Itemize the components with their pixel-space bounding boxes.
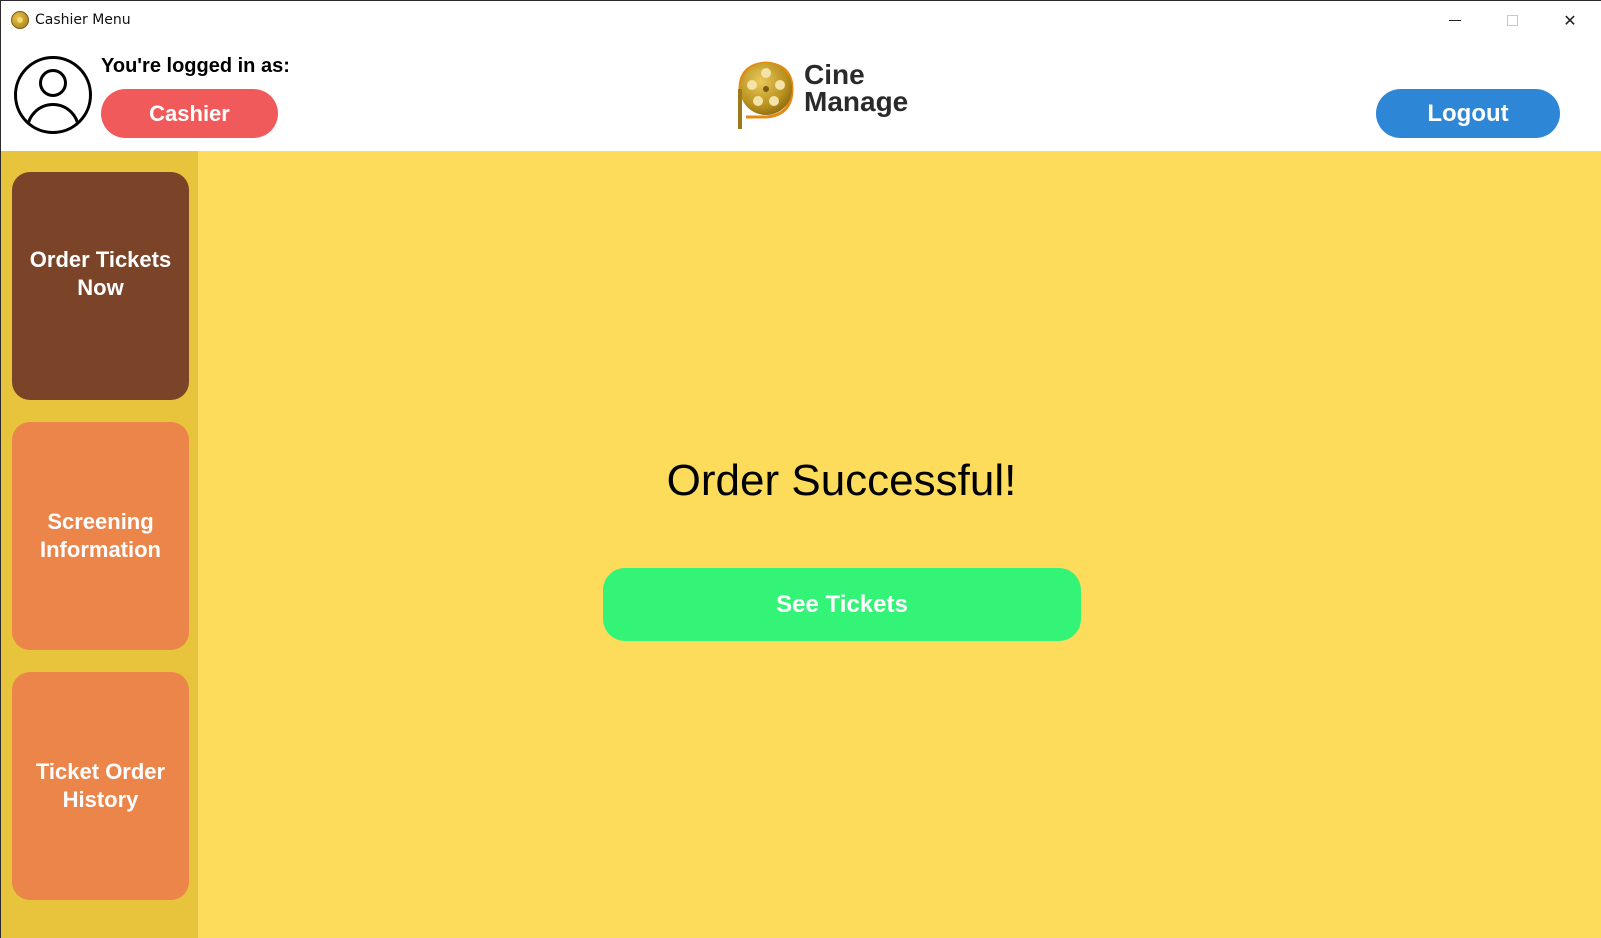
main-content: Order Successful! See Tickets: [198, 151, 1601, 938]
sidebar-item-label-line2: Information: [40, 537, 161, 562]
logout-button[interactable]: Logout: [1376, 89, 1560, 138]
brand-name: Cine Manage: [804, 59, 909, 117]
sidebar-item-ticket-order-history[interactable]: Ticket Order History: [12, 672, 189, 900]
sidebar-item-label: Ticket Order History: [36, 758, 165, 814]
sidebar-item-screening-information[interactable]: Screening Information: [12, 422, 189, 650]
sidebar: Order Tickets Now Screening Information …: [1, 151, 198, 938]
header: You're logged in as: Cashier Cine Manage…: [1, 39, 1601, 151]
sidebar-item-label-line1: Ticket Order: [35, 759, 166, 784]
see-tickets-button[interactable]: See Tickets: [603, 568, 1081, 641]
sidebar-item-label-line2: History: [62, 787, 139, 812]
avatar-head: [39, 69, 67, 97]
sidebar-item-label-line1: Screening: [47, 509, 154, 534]
logged-in-label: You're logged in as:: [101, 55, 290, 77]
brand-name-line1: Cine: [804, 59, 865, 90]
sidebar-item-order-tickets-now[interactable]: Order Tickets Now: [12, 172, 189, 400]
maximize-button[interactable]: [1483, 1, 1541, 39]
minimize-icon: [1449, 19, 1461, 21]
app-film-reel-icon: [11, 11, 29, 29]
close-button[interactable]: ✕: [1541, 1, 1599, 39]
avatar-body: [26, 103, 80, 131]
sidebar-item-label-line2: Now: [77, 274, 124, 300]
sidebar-item-label: Screening Information: [40, 508, 161, 564]
brand-logo: Cine Manage: [736, 59, 936, 133]
window-title: Cashier Menu: [35, 12, 131, 28]
film-reel-logo-icon: [738, 61, 794, 129]
cashier-menu-window: Cashier Menu ✕ You're logged in as: Cash…: [0, 0, 1601, 938]
sidebar-item-label: Order Tickets Now: [30, 246, 171, 302]
role-badge: Cashier: [101, 89, 278, 138]
order-success-message: Order Successful!: [666, 456, 1017, 505]
user-avatar-icon: [14, 56, 92, 134]
brand-name-line2: Manage: [804, 86, 909, 117]
close-icon: ✕: [1563, 10, 1577, 30]
minimize-button[interactable]: [1426, 1, 1484, 39]
maximize-icon: [1506, 14, 1518, 26]
sidebar-item-label-line1: Order Tickets: [29, 246, 172, 272]
title-bar: Cashier Menu ✕: [1, 1, 1601, 39]
